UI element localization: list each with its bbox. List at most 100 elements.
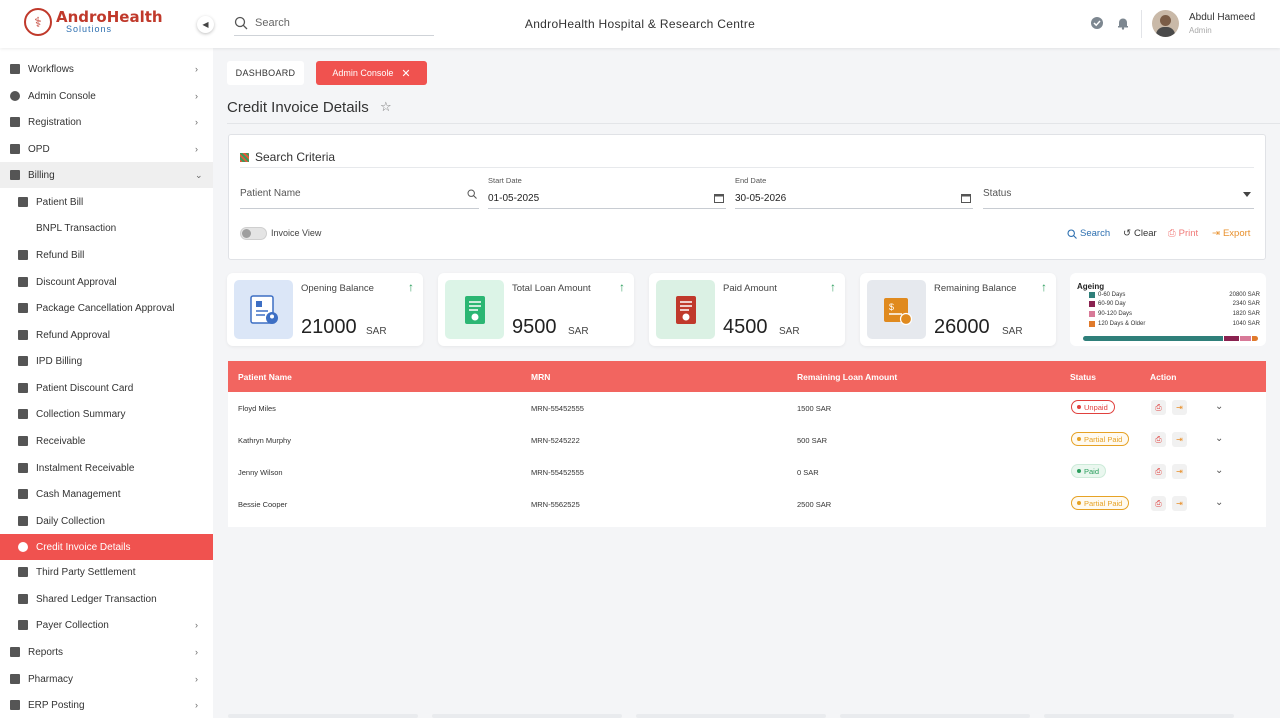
brand-logo[interactable]: ⚕ AndroHealth Solutions	[24, 8, 163, 36]
calendar-icon[interactable]	[961, 193, 971, 203]
export-row-button[interactable]: ⇥	[1172, 400, 1187, 415]
hospital-name: AndroHealth Hospital & Research Centre	[524, 17, 756, 31]
legend-swatch	[1089, 311, 1095, 317]
sidebar-item-third-party-settlement[interactable]: Third Party Settlement	[0, 559, 213, 585]
print-row-button[interactable]: ⎙	[1151, 464, 1166, 479]
chevron-right-icon: ›	[195, 700, 198, 710]
sidebar-item-erp-posting[interactable]: ERP Posting ›	[0, 692, 213, 718]
sidebar-item-workflows[interactable]: Workflows ›	[0, 56, 213, 82]
summary-icon	[18, 409, 28, 419]
star-icon[interactable]: ☆	[380, 99, 392, 115]
card-unit: SAR	[779, 326, 800, 337]
remaining-amount: 0 SAR	[797, 468, 819, 477]
sidebar-item-payer-collection[interactable]: Payer Collection ›	[0, 612, 213, 638]
sidebar-item-credit-invoice-details[interactable]: Credit Invoice Details	[0, 534, 213, 560]
chevron-down-icon[interactable]: ⌄	[1215, 497, 1223, 508]
bill-icon	[18, 197, 28, 207]
end-date-field[interactable]: End Date 30-05-2026	[735, 176, 973, 209]
tab-dashboard[interactable]: DASHBOARD	[227, 61, 304, 85]
status-select[interactable]: Status	[983, 179, 1254, 209]
user-name[interactable]: Abdul Hameed	[1189, 12, 1255, 23]
sidebar-item-ipd-billing[interactable]: IPD Billing	[0, 348, 213, 374]
sidebar-item-billing[interactable]: Billing ⌄	[0, 162, 213, 188]
sidebar-item-admin-console[interactable]: Admin Console ›	[0, 83, 213, 109]
verified-icon[interactable]	[1090, 16, 1104, 30]
invoice-view-label: Invoice View	[271, 228, 322, 238]
ageing-title: Ageing	[1077, 282, 1105, 291]
sidebar-item-reports[interactable]: Reports ›	[0, 639, 213, 665]
tab-admin-console[interactable]: Admin Console ✕	[316, 61, 427, 85]
table-row[interactable]: Bessie Cooper MRN-5562525 2500 SAR Parti…	[228, 488, 1266, 520]
invoice-view-toggle[interactable]	[240, 227, 267, 240]
export-row-button[interactable]: ⇥	[1172, 464, 1187, 479]
sidebar-item-shared-ledger-transaction[interactable]: Shared Ledger Transaction	[0, 586, 213, 612]
tab-admin-console-label: Admin Console	[332, 68, 394, 78]
caret-down-icon	[1243, 192, 1251, 197]
export-row-button[interactable]: ⇥	[1172, 496, 1187, 511]
table-row[interactable]: Jenny Wilson MRN-55452555 0 SAR Paid ⎙ ⇥…	[228, 456, 1266, 488]
chevron-right-icon: ›	[195, 620, 198, 630]
print-row-button[interactable]: ⎙	[1151, 400, 1166, 415]
sidebar-item-cash-management[interactable]: Cash Management	[0, 481, 213, 507]
print-button[interactable]: ⎙ Print	[1168, 228, 1198, 239]
receivable-icon	[18, 436, 28, 446]
search-icon	[1067, 228, 1077, 239]
sidebar-item-daily-collection[interactable]: Daily Collection	[0, 508, 213, 534]
mrn: MRN-55452555	[531, 404, 584, 413]
sidebar-item-patient-discount-card[interactable]: Patient Discount Card	[0, 375, 213, 401]
sidebar-item-instalment-receivable[interactable]: Instalment Receivable	[0, 455, 213, 481]
patient-name-field[interactable]: Patient Name	[240, 179, 479, 209]
balance-document-icon: $	[867, 280, 926, 339]
table-row[interactable]: Kathryn Murphy MRN-5245222 500 SAR Parti…	[228, 424, 1266, 456]
pharmacy-icon	[10, 674, 20, 684]
status-badge: Paid	[1071, 464, 1107, 478]
ageing-bar-segment	[1251, 336, 1258, 341]
search-criteria-panel: Search Criteria Patient Name Start Date …	[228, 134, 1266, 260]
refresh-icon: ↺	[1123, 228, 1131, 239]
printer-icon: ⎙	[1155, 498, 1162, 508]
search-icon	[234, 16, 248, 29]
export-icon: ⇥	[1176, 435, 1183, 444]
table-row[interactable]: Floyd Miles MRN-55452555 1500 SAR Unpaid…	[228, 392, 1266, 424]
sidebar-item-bnpl-transaction[interactable]: BNPL Transaction	[0, 215, 213, 241]
sidebar-item-registration[interactable]: Registration ›	[0, 109, 213, 135]
arrow-up-icon: ↑	[619, 280, 625, 294]
chevron-down-icon[interactable]: ⌄	[1215, 433, 1223, 444]
sidebar-item-patient-bill[interactable]: Patient Bill	[0, 189, 213, 215]
sidebar-item-package-cancellation-approval[interactable]: Package Cancellation Approval	[0, 295, 213, 321]
print-row-button[interactable]: ⎙	[1151, 432, 1166, 447]
export-row-button[interactable]: ⇥	[1172, 432, 1187, 447]
sidebar-item-refund-approval[interactable]: Refund Approval	[0, 322, 213, 348]
search-input[interactable]	[255, 16, 425, 29]
ageing-bar-segment	[1238, 336, 1251, 341]
sidebar-item-discount-approval[interactable]: Discount Approval	[0, 269, 213, 295]
sidebar-item-collection-summary[interactable]: Collection Summary	[0, 401, 213, 427]
user-avatar[interactable]	[1152, 10, 1179, 37]
ageing-amount: 2340 SAR	[1232, 301, 1260, 307]
print-row-button[interactable]: ⎙	[1151, 496, 1166, 511]
bell-icon[interactable]	[1116, 16, 1130, 30]
sidebar-item-refund-bill[interactable]: Refund Bill	[0, 242, 213, 268]
ageing-row: 120 Days & Older	[1089, 321, 1145, 327]
sidebar-item-opd[interactable]: OPD ›	[0, 136, 213, 162]
gear-icon	[10, 91, 20, 101]
card-total-loan-amount: Total Loan Amount ↑ 9500 SAR	[438, 273, 634, 346]
sidebar-item-pharmacy[interactable]: Pharmacy ›	[0, 666, 213, 692]
global-search[interactable]	[234, 10, 434, 36]
card-value: 9500	[512, 316, 557, 338]
cash-icon	[18, 489, 28, 499]
chevron-down-icon[interactable]: ⌄	[1215, 465, 1223, 476]
close-icon[interactable]: ✕	[401, 67, 410, 80]
chevron-down-icon[interactable]: ⌄	[1215, 401, 1223, 412]
clear-button[interactable]: ↺ Clear	[1123, 228, 1157, 239]
sidebar-collapse-button[interactable]: ◀	[197, 16, 214, 33]
id-card-icon	[18, 383, 28, 393]
calendar-icon[interactable]	[714, 193, 724, 203]
brand-name: AndroHealth	[56, 8, 163, 26]
start-date-field[interactable]: Start Date 01-05-2025	[488, 176, 726, 209]
sidebar-item-receivable[interactable]: Receivable	[0, 428, 213, 454]
search-button[interactable]: Search	[1067, 228, 1110, 239]
search-icon[interactable]	[467, 189, 477, 199]
chevron-down-icon: ⌄	[195, 169, 203, 180]
export-button[interactable]: ⇥ Export	[1212, 228, 1250, 239]
